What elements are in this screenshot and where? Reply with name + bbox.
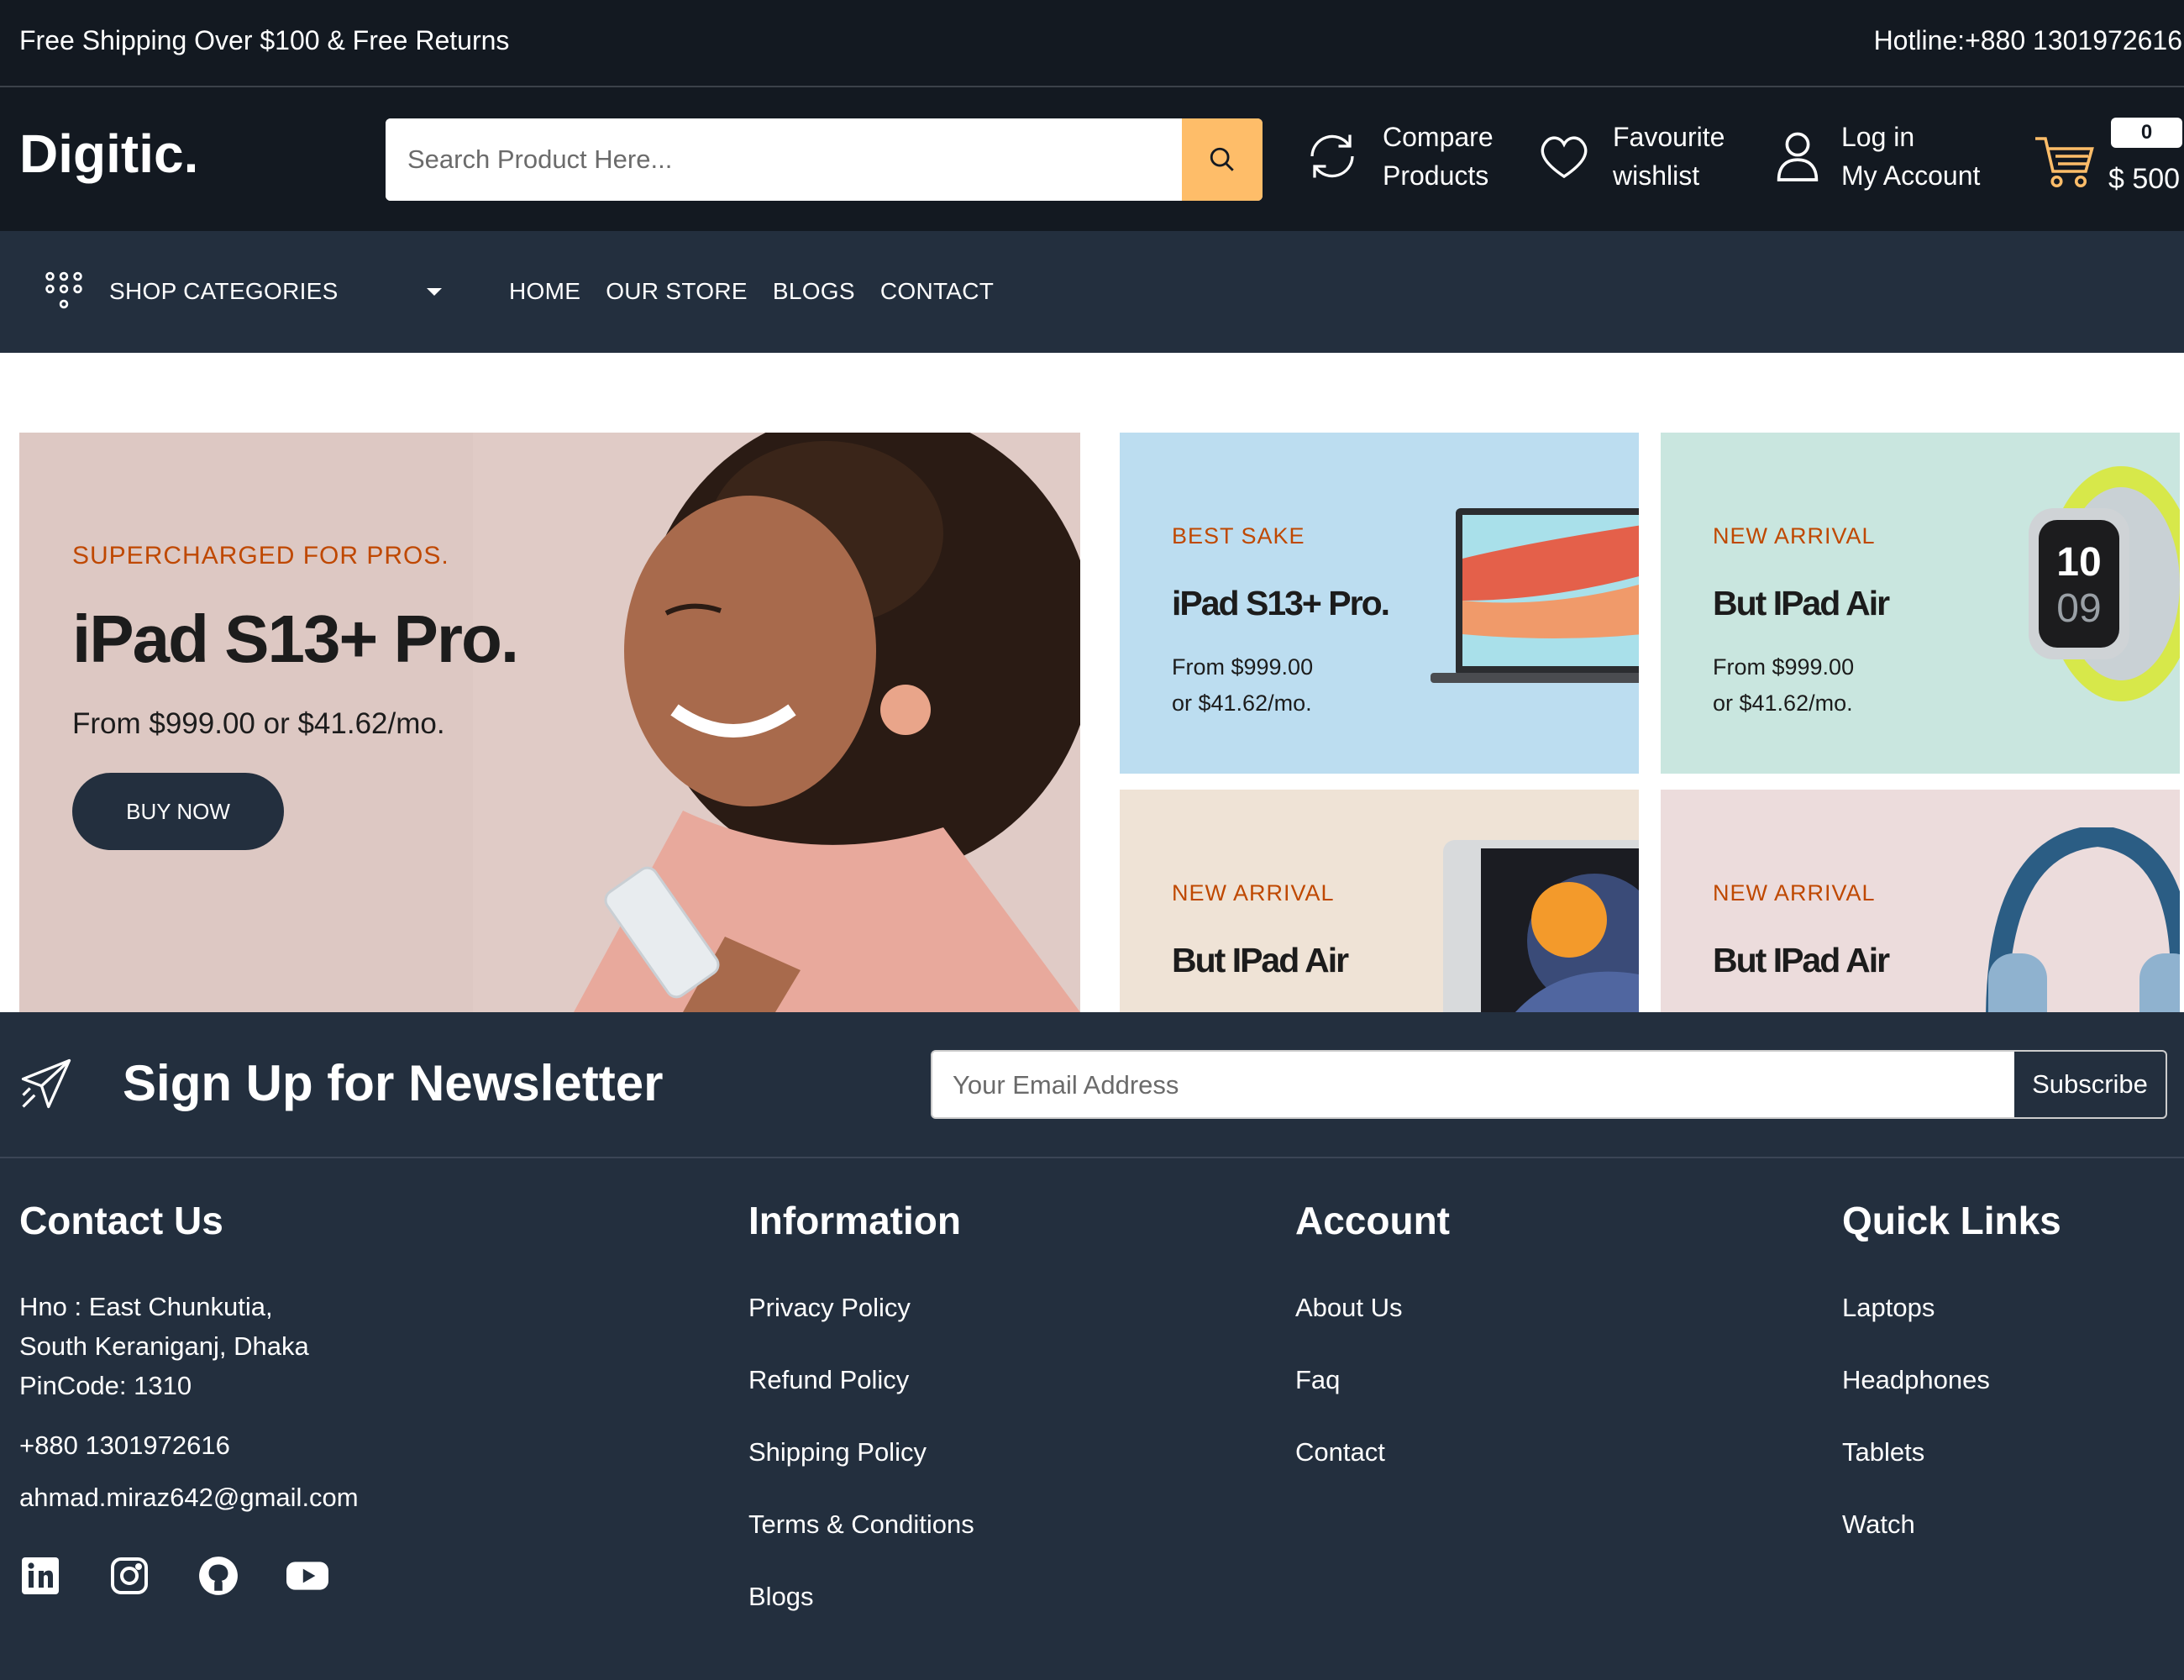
tile-kicker: BEST SAKE <box>1172 523 1305 549</box>
svg-text:10: 10 <box>2056 540 2101 585</box>
search-icon <box>1210 147 1234 171</box>
hotline[interactable]: Hotline:+880 1301972616 <box>1874 25 2182 56</box>
footer-link-tablets[interactable]: Tablets <box>1842 1435 2061 1470</box>
site-logo[interactable]: Digitic. <box>19 123 198 185</box>
footer-account-column: Account About Us Faq Contact <box>1295 1198 1450 1507</box>
subscribe-button[interactable]: Subscribe <box>2014 1052 2166 1117</box>
nav-our-store[interactable]: OUR STORE <box>606 278 748 305</box>
footer-heading: Contact Us <box>19 1199 223 1242</box>
main-nav: SHOP CATEGORIES HOME OUR STORE BLOGS CON… <box>0 231 2184 353</box>
footer-link-laptops[interactable]: Laptops <box>1842 1290 2061 1326</box>
cart-total: $ 500 <box>2108 163 2181 195</box>
compare-icon <box>1310 134 1354 178</box>
tile-price: From $999.00 or $41.62/mo. <box>1172 654 1314 716</box>
tile-kicker: NEW ARRIVAL <box>1713 880 1876 906</box>
headphones-image <box>1986 827 2180 1012</box>
promo-tile-laptop[interactable]: BEST SAKE iPad S13+ Pro. From $999.00 or … <box>1120 433 1639 774</box>
promo-tile-headphones[interactable]: NEW ARRIVAL But IPad Air <box>1661 790 2180 1012</box>
promo-tile-watch[interactable]: 10 09 NEW ARRIVAL But IPad Air From $999… <box>1661 433 2180 774</box>
linkedin-icon[interactable] <box>19 1555 61 1597</box>
footer-link-shipping-policy[interactable]: Shipping Policy <box>748 1435 974 1470</box>
svg-text:09: 09 <box>2056 586 2101 631</box>
footer-link-privacy-policy[interactable]: Privacy Policy <box>748 1290 974 1326</box>
shop-categories-label: SHOP CATEGORIES <box>109 278 339 304</box>
laptop-image <box>1431 508 1639 683</box>
nav-home[interactable]: HOME <box>509 278 580 305</box>
footer-link-terms[interactable]: Terms & Conditions <box>748 1507 974 1542</box>
tile-title: But IPad Air <box>1713 584 1890 622</box>
grid-dots-icon <box>45 271 82 309</box>
nav-menu: HOME OUR STORE BLOGS CONTACT <box>509 278 994 305</box>
top-strip: Free Shipping Over $100 & Free Returns H… <box>0 0 2184 87</box>
hero-kicker: SUPERCHARGED FOR PROS. <box>72 542 449 570</box>
tablet-image <box>1443 840 1639 1012</box>
footer-link-refund-policy[interactable]: Refund Policy <box>748 1362 974 1398</box>
footer-email[interactable]: ahmad.miraz642@gmail.com <box>19 1483 359 1513</box>
main-header: Digitic. CompareProducts Favouritewishli… <box>0 87 2184 231</box>
youtube-icon[interactable] <box>286 1555 328 1597</box>
compare-products-link[interactable]: Compare Products <box>1302 118 1494 195</box>
footer-link-contact[interactable]: Contact <box>1295 1435 1450 1470</box>
hero-banner: SUPERCHARGED FOR PROS. iPad S13+ Pro. Fr… <box>19 433 1080 1012</box>
smartwatch-image: 10 09 <box>2029 466 2180 701</box>
newsletter-section: Sign Up for Newsletter Subscribe <box>0 1012 2184 1158</box>
paper-plane-icon <box>21 1058 71 1109</box>
cart-link[interactable]: 0 $ 500 <box>2033 114 2184 207</box>
user-icon <box>1777 132 1819 181</box>
cart-icon <box>2035 137 2094 188</box>
footer-contact-column: Contact Us Hno : East Chunkutia, South K… <box>19 1198 359 1597</box>
hero-price: From $999.00 or $41.62/mo. <box>72 707 445 740</box>
footer-heading: Quick Links <box>1842 1199 2061 1242</box>
cart-count-badge: 0 <box>2111 118 2182 148</box>
heart-icon <box>1541 136 1588 179</box>
footer-information-column: Information Privacy Policy Refund Policy… <box>748 1198 974 1651</box>
tile-title: iPad S13+ Pro. <box>1172 584 1390 622</box>
github-icon[interactable] <box>197 1555 239 1597</box>
hero-title: iPad S13+ Pro. <box>72 601 519 676</box>
instagram-icon[interactable] <box>108 1555 150 1597</box>
chevron-down-icon[interactable] <box>427 288 442 296</box>
footer-link-headphones[interactable]: Headphones <box>1842 1362 2061 1398</box>
search-input[interactable] <box>386 118 1182 201</box>
footer-phone[interactable]: +880 1301972616 <box>19 1431 359 1461</box>
promo-tile-tablet[interactable]: NEW ARRIVAL But IPad Air <box>1120 790 1639 1012</box>
newsletter-title: Sign Up for Newsletter <box>123 1055 664 1111</box>
footer-link-about-us[interactable]: About Us <box>1295 1290 1450 1326</box>
footer-heading: Account <box>1295 1199 1450 1242</box>
footer-address: Hno : East Chunkutia, South Keraniganj, … <box>19 1292 309 1400</box>
tile-title: But IPad Air <box>1172 941 1349 979</box>
footer-link-faq[interactable]: Faq <box>1295 1362 1450 1398</box>
account-link[interactable]: Log in My Account <box>1774 118 1980 195</box>
footer-quick-links-column: Quick Links Laptops Headphones Tablets W… <box>1842 1198 2061 1579</box>
nav-contact[interactable]: CONTACT <box>880 278 994 305</box>
nav-blogs[interactable]: BLOGS <box>773 278 855 305</box>
footer-heading: Information <box>748 1199 961 1242</box>
social-links <box>19 1555 359 1597</box>
tile-title: But IPad Air <box>1713 941 1890 979</box>
footer-link-watch[interactable]: Watch <box>1842 1507 2061 1542</box>
shop-categories-dropdown[interactable]: SHOP CATEGORIES <box>44 271 339 312</box>
tile-kicker: NEW ARRIVAL <box>1713 523 1876 549</box>
shipping-promo: Free Shipping Over $100 & Free Returns <box>19 25 510 55</box>
hero-model-image <box>473 433 1080 1012</box>
tile-price: From $999.00 or $41.62/mo. <box>1713 654 1855 716</box>
search-bar <box>386 118 1263 201</box>
newsletter-form: Subscribe <box>931 1050 2167 1119</box>
buy-now-button[interactable]: BUY NOW <box>72 773 284 850</box>
newsletter-email-input[interactable] <box>932 1052 2016 1117</box>
wishlist-link[interactable]: Favourite wishlist <box>1536 118 1725 195</box>
site-footer: Contact Us Hno : East Chunkutia, South K… <box>0 1158 2184 1680</box>
tile-kicker: NEW ARRIVAL <box>1172 880 1335 906</box>
footer-link-blogs[interactable]: Blogs <box>748 1579 974 1614</box>
search-button[interactable] <box>1182 118 1263 201</box>
